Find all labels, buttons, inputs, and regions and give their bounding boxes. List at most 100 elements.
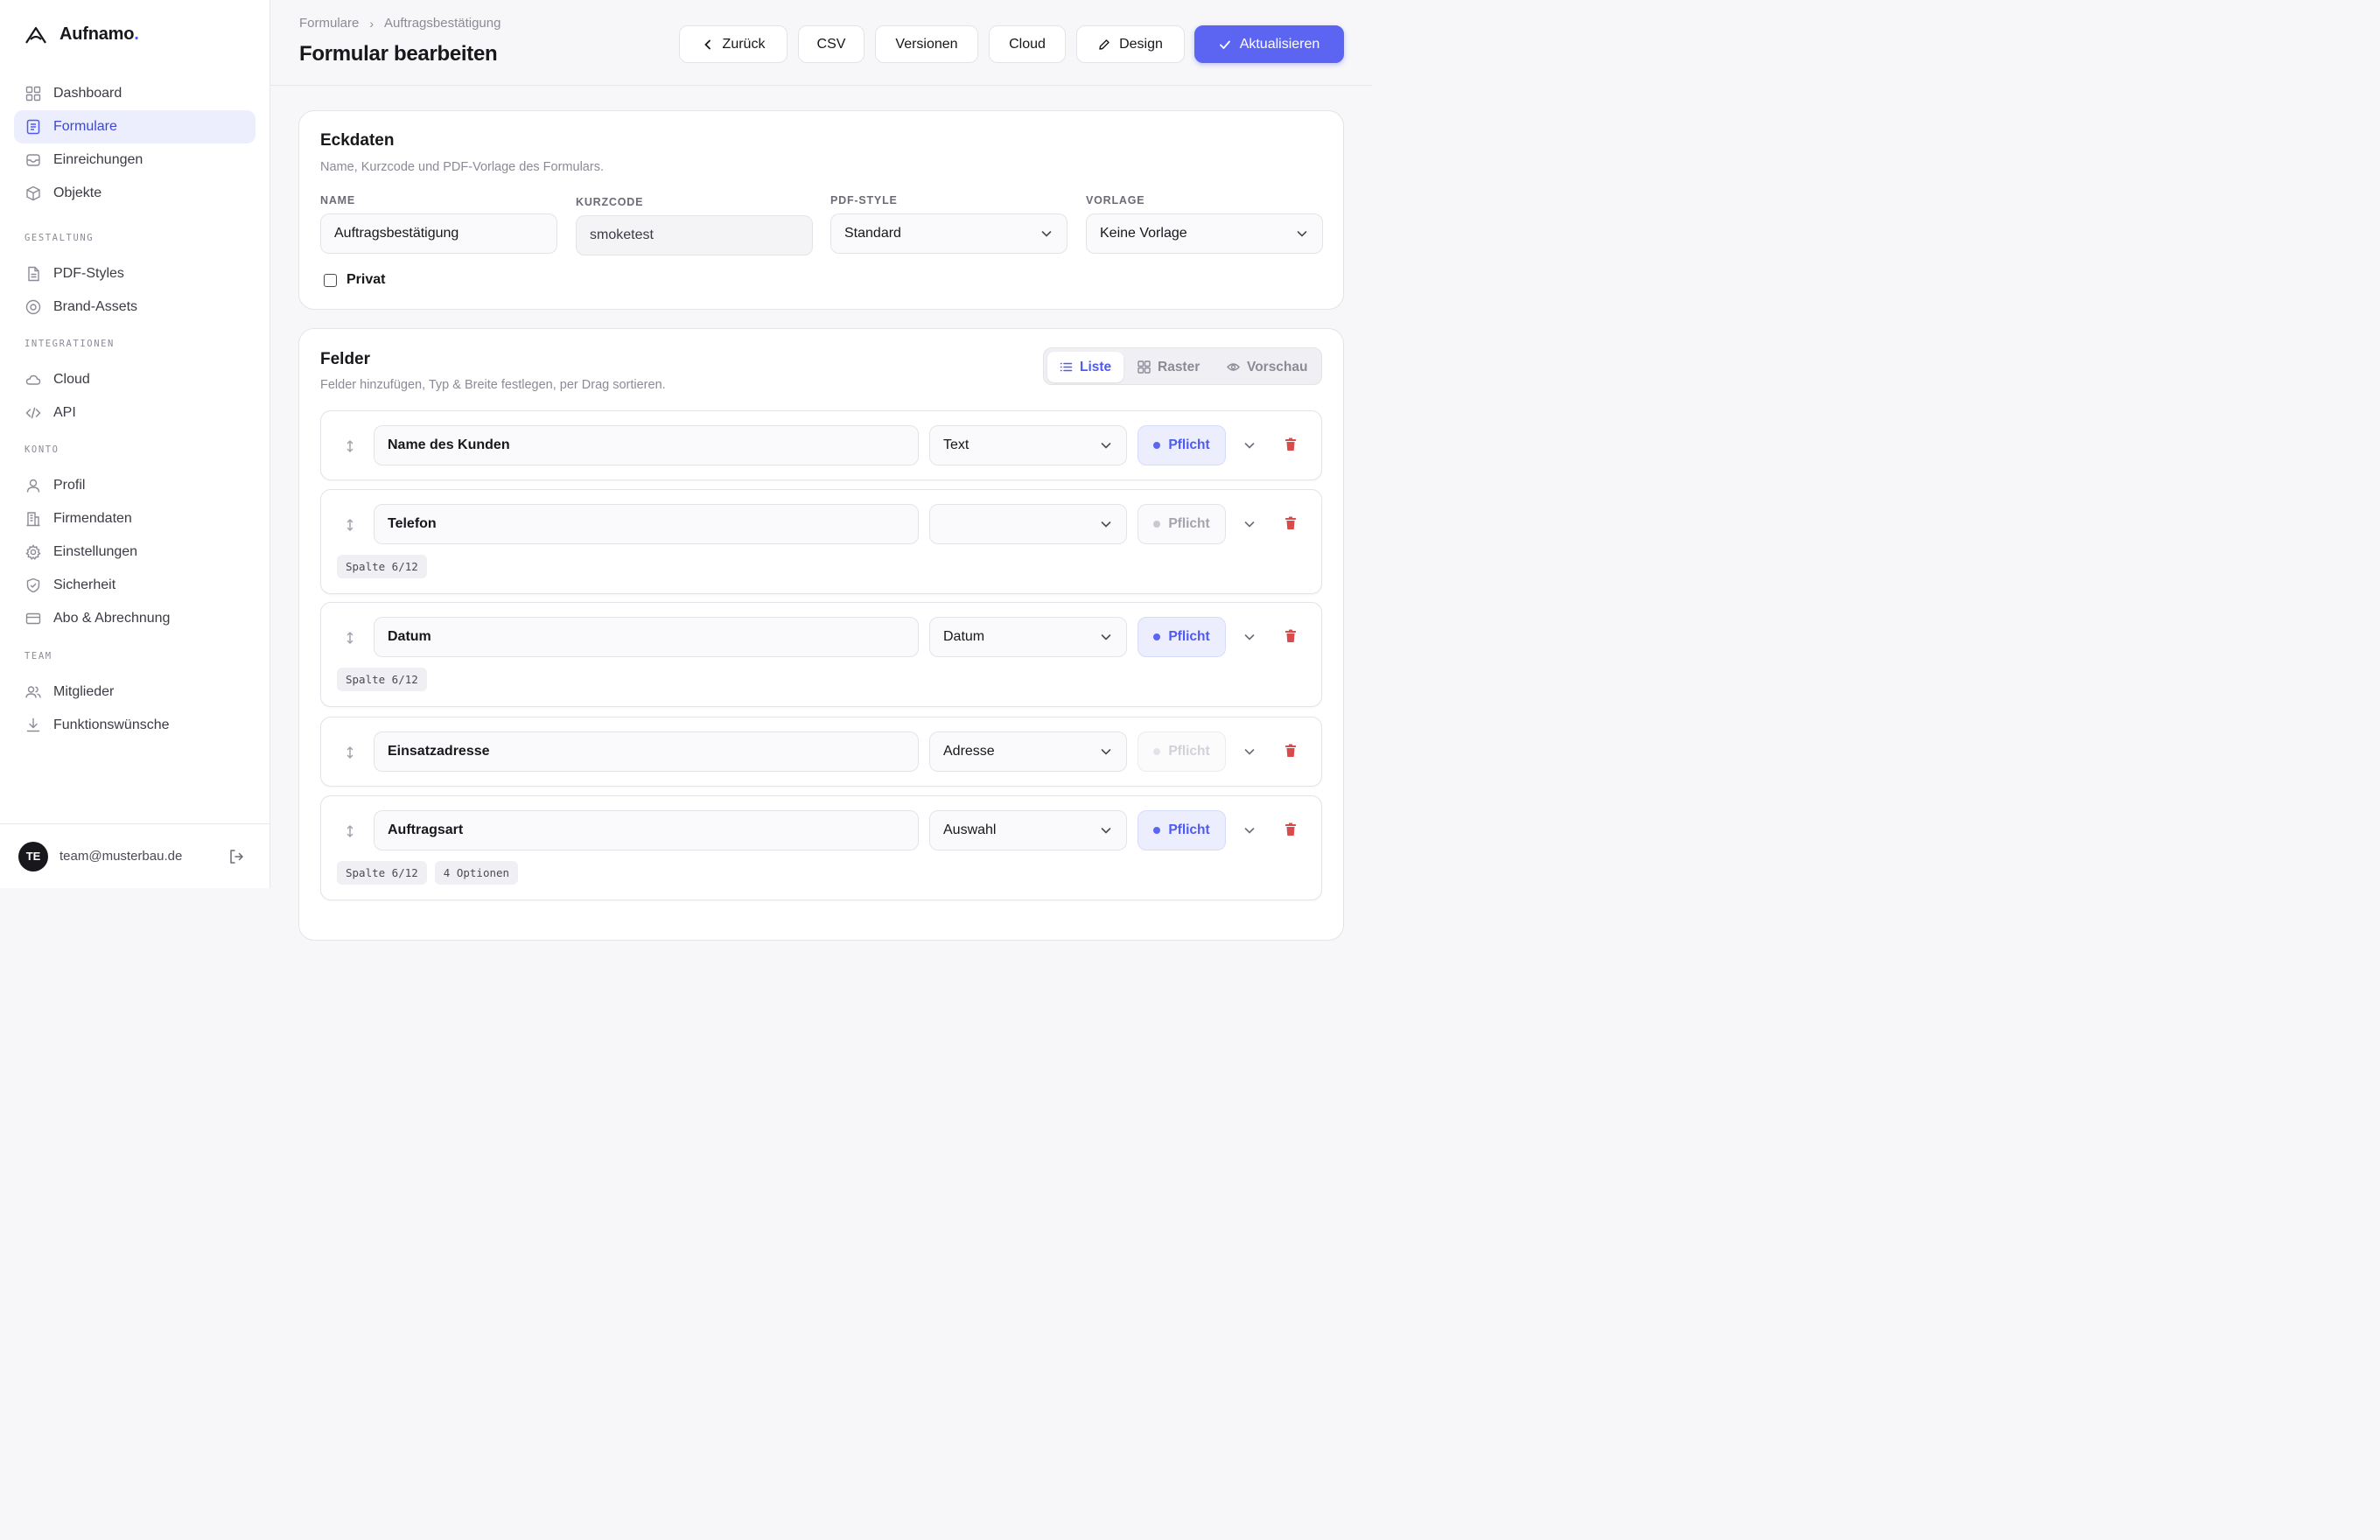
sidebar-item-label: Einreichungen <box>53 152 144 167</box>
field-name-input[interactable]: Einsatzadresse <box>374 732 919 772</box>
sidebar-section-title: INTEGRATIONEN <box>24 339 115 349</box>
cloud-icon <box>24 372 41 388</box>
sidebar-item-abo[interactable]: Abo & Abrechnung <box>14 602 256 635</box>
field-tags: Spalte 6/12 4 Optionen <box>337 861 519 885</box>
view-list-button[interactable]: Liste <box>1047 352 1124 382</box>
kurzcode-field[interactable]: smoketest <box>576 215 813 256</box>
chevron-down-icon <box>1101 828 1111 834</box>
back-button[interactable]: Zurück <box>679 25 788 63</box>
brand-logo[interactable]: Aufnamo. <box>24 24 139 45</box>
drag-handle-icon[interactable] <box>344 746 356 760</box>
felder-subtitle: Felder hinzufügen, Typ & Breite festlege… <box>320 378 666 392</box>
update-button[interactable]: Aktualisieren <box>1194 25 1344 63</box>
privat-checkbox[interactable] <box>324 273 337 287</box>
pencil-icon <box>1099 38 1110 50</box>
sidebar-section-title: KONTO <box>24 444 60 455</box>
field-name-input[interactable]: Auftragsart <box>374 810 919 850</box>
sidebar-item-firmendaten[interactable]: Firmendaten <box>14 502 256 536</box>
chevron-down-icon[interactable] <box>1243 439 1256 452</box>
sidebar-item-dashboard[interactable]: Dashboard <box>14 77 256 110</box>
sidebar-item-api[interactable]: API <box>14 396 256 430</box>
sidebar-section-integrationen: INTEGRATIONEN Cloud API <box>14 330 256 430</box>
pflicht-toggle[interactable]: Pflicht <box>1138 810 1226 850</box>
field-tags: Spalte 6/12 <box>337 555 427 578</box>
field-name-input[interactable]: Datum <box>374 617 919 657</box>
logout-icon[interactable] <box>228 848 245 865</box>
trash-icon[interactable] <box>1284 744 1297 758</box>
sidebar-item-einreichungen[interactable]: Einreichungen <box>14 144 256 177</box>
field-type-select[interactable] <box>929 504 1127 544</box>
field-type-select[interactable]: Text <box>929 425 1127 466</box>
chevron-down-icon[interactable] <box>1243 518 1256 530</box>
field-row[interactable]: Name des Kunden Text Pflicht <box>320 410 1322 480</box>
sidebar-item-funktionswuensche[interactable]: Funktionswünsche <box>14 709 256 742</box>
name-field[interactable]: Auftragsbestätigung <box>320 214 557 254</box>
field-row[interactable]: Einsatzadresse Adresse Pflicht <box>320 717 1322 787</box>
field-name-input[interactable]: Telefon <box>374 504 919 544</box>
sidebar-item-objekte[interactable]: Objekte <box>14 177 256 210</box>
design-button[interactable]: Design <box>1076 25 1185 63</box>
pdf-style-select[interactable]: Standard <box>830 214 1068 254</box>
vorlage-select[interactable]: Keine Vorlage <box>1086 214 1323 254</box>
sidebar-item-formulare[interactable]: Formulare <box>14 110 256 144</box>
field-name-input[interactable]: Name des Kunden <box>374 425 919 466</box>
brand-name: Aufnamo. <box>60 24 139 44</box>
trash-icon[interactable] <box>1284 629 1297 643</box>
sidebar-item-sicherheit[interactable]: Sicherheit <box>14 569 256 602</box>
pflicht-toggle[interactable]: Pflicht <box>1138 425 1226 466</box>
field-type-select[interactable]: Adresse <box>929 732 1127 772</box>
sidebar-item-brand-assets[interactable]: Brand-Assets <box>14 290 256 324</box>
csv-button[interactable]: CSV <box>798 25 864 63</box>
trash-icon[interactable] <box>1284 516 1297 530</box>
sidebar-item-profil[interactable]: Profil <box>14 469 256 502</box>
status-dot <box>1153 827 1161 834</box>
sidebar-item-pdf-styles[interactable]: PDF-Styles <box>14 257 256 290</box>
sidebar: Aufnamo. Dashboard Formulare Einreichung… <box>0 0 270 888</box>
sidebar-item-label: Objekte <box>53 186 102 200</box>
sidebar-section-title: TEAM <box>24 651 52 662</box>
name-label: NAME <box>320 194 356 206</box>
drag-handle-icon[interactable] <box>344 439 356 453</box>
chevron-down-icon <box>1101 443 1111 449</box>
pflicht-toggle[interactable]: Pflicht <box>1138 732 1226 772</box>
field-type-select[interactable]: Auswahl <box>929 810 1127 850</box>
sidebar-item-cloud[interactable]: Cloud <box>14 363 256 396</box>
trash-icon[interactable] <box>1284 822 1297 836</box>
drag-handle-icon[interactable] <box>344 518 356 532</box>
field-row[interactable]: Datum Datum Pflicht Spalte 6/12 <box>320 602 1322 707</box>
kurzcode-label: KURZCODE <box>576 196 644 208</box>
drag-handle-icon[interactable] <box>344 631 356 645</box>
view-grid-button[interactable]: Raster <box>1138 352 1200 382</box>
pflicht-toggle[interactable]: Pflicht <box>1138 504 1226 544</box>
trash-icon[interactable] <box>1284 438 1297 452</box>
field-type-select[interactable]: Datum <box>929 617 1127 657</box>
sidebar-item-mitglieder[interactable]: Mitglieder <box>14 676 256 709</box>
drag-handle-icon[interactable] <box>344 824 356 838</box>
sidebar-section-team: TEAM Mitglieder Funktionswünsche <box>14 642 256 742</box>
chevron-down-icon[interactable] <box>1243 631 1256 643</box>
versions-button[interactable]: Versionen <box>875 25 978 63</box>
chevron-down-icon[interactable] <box>1243 746 1256 758</box>
privat-toggle[interactable]: Privat <box>324 272 385 288</box>
options-count-badge: 4 Optionen <box>434 861 519 885</box>
sidebar-nav-main: Dashboard Formulare Einreichungen Objekt… <box>14 77 256 210</box>
sidebar-item-label: Cloud <box>53 372 90 387</box>
cloud-button[interactable]: Cloud <box>989 25 1066 63</box>
eckdaten-title: Eckdaten <box>320 131 395 150</box>
status-dot <box>1153 521 1161 528</box>
breadcrumb-item-formulare[interactable]: Formulare <box>299 16 359 31</box>
sidebar-item-label: Dashboard <box>53 86 122 101</box>
pflicht-toggle[interactable]: Pflicht <box>1138 617 1226 657</box>
sidebar-item-einstellungen[interactable]: Einstellungen <box>14 536 256 569</box>
download-icon <box>24 718 41 734</box>
dashboard-icon <box>24 86 41 102</box>
sidebar-item-label: Brand-Assets <box>53 299 138 314</box>
sidebar-item-label: Mitglieder <box>53 684 115 699</box>
avatar[interactable]: TE <box>18 841 48 872</box>
field-row[interactable]: Auftragsart Auswahl Pflicht Spalte 6/12 … <box>320 795 1322 900</box>
column-width-badge: Spalte 6/12 <box>337 555 427 578</box>
view-preview-button[interactable]: Vorschau <box>1227 352 1308 382</box>
chevron-down-icon[interactable] <box>1243 824 1256 836</box>
page-title: Formular bearbeiten <box>299 42 498 66</box>
field-row[interactable]: Telefon Pflicht Spalte 6/12 <box>320 489 1322 594</box>
